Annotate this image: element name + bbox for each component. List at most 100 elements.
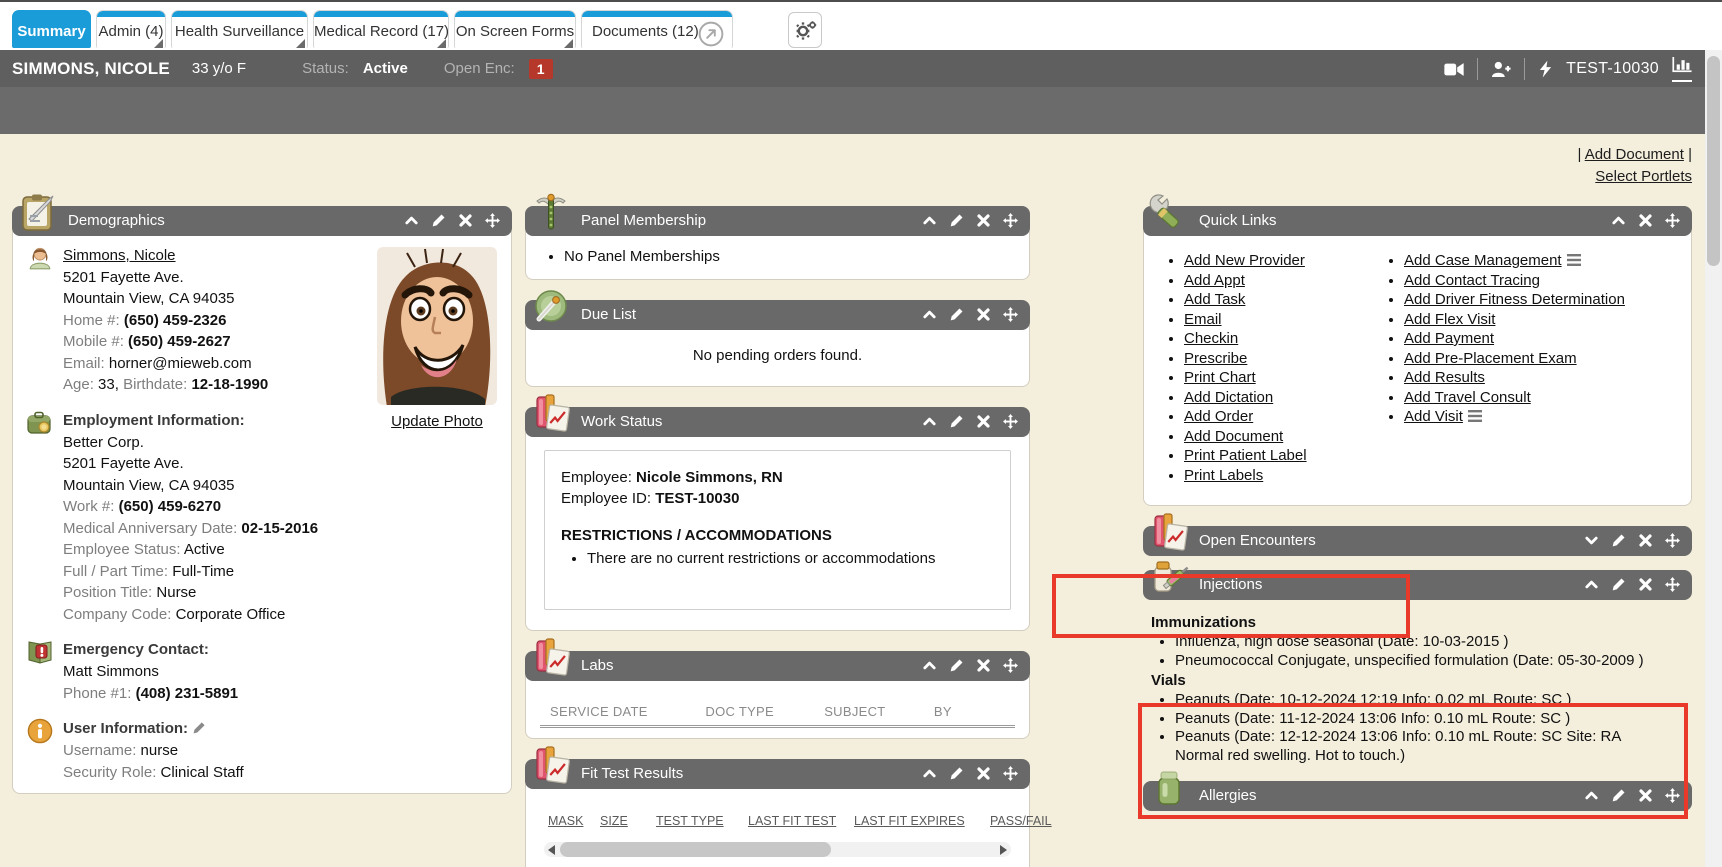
quick-link[interactable]: Print Chart — [1184, 369, 1256, 386]
quick-link[interactable]: Add Case Management — [1404, 252, 1562, 269]
quick-link[interactable]: Print Labels — [1184, 467, 1263, 484]
tab-documents[interactable]: Documents (12) — [581, 10, 733, 48]
quick-link[interactable]: Add Dictation — [1184, 389, 1273, 406]
collapse-icon[interactable] — [1611, 213, 1626, 228]
move-icon[interactable] — [1003, 658, 1018, 673]
flowsheet-link[interactable] — [1672, 57, 1692, 82]
quick-link[interactable]: Prescribe — [1184, 350, 1247, 367]
column-header-link[interactable]: LAST FIT TEST — [748, 814, 854, 828]
quick-link[interactable]: Print Patient Label — [1184, 447, 1307, 464]
portlet-demographics: Demographics — [12, 206, 512, 794]
close-icon[interactable] — [976, 414, 991, 429]
edit-icon[interactable] — [1611, 788, 1626, 803]
collapse-icon[interactable] — [922, 307, 937, 322]
edit-icon[interactable] — [431, 213, 446, 228]
quick-link[interactable]: Add Document — [1184, 428, 1283, 445]
close-icon[interactable] — [1638, 577, 1653, 592]
lightning-bolt-icon[interactable] — [1538, 60, 1553, 78]
collapse-icon[interactable] — [922, 213, 937, 228]
add-person-icon[interactable] — [1491, 61, 1511, 78]
move-icon[interactable] — [1665, 533, 1680, 548]
quick-link[interactable]: Add Appt — [1184, 272, 1245, 289]
tab-menu-fold[interactable] — [154, 39, 163, 48]
quick-link[interactable]: Add Results — [1404, 369, 1485, 386]
update-photo-link[interactable]: Update Photo — [391, 413, 483, 430]
edit-icon[interactable] — [1611, 533, 1626, 548]
select-portlets-link[interactable]: Select Portlets — [1595, 168, 1692, 185]
tab-health-surveillance[interactable]: Health Surveillance — [171, 10, 308, 48]
quick-link[interactable]: Add Driver Fitness Determination — [1404, 291, 1625, 308]
patient-name-link[interactable]: Simmons, Nicole — [63, 247, 176, 264]
close-icon[interactable] — [458, 213, 473, 228]
vertical-scrollbar[interactable] — [1705, 50, 1722, 867]
move-icon[interactable] — [485, 213, 500, 228]
tab-menu-fold[interactable] — [437, 39, 446, 48]
column-header-link[interactable]: TEST TYPE — [656, 814, 748, 828]
tab-menu-fold[interactable] — [296, 39, 305, 48]
quick-link[interactable]: Add Payment — [1404, 330, 1494, 347]
move-icon[interactable] — [1665, 213, 1680, 228]
edit-icon[interactable] — [949, 414, 964, 429]
expand-icon[interactable] — [1584, 533, 1599, 548]
tab-on-screen-forms[interactable]: On Screen Forms — [454, 10, 576, 48]
edit-icon[interactable] — [949, 658, 964, 673]
scroll-right-arrow[interactable] — [1000, 845, 1007, 855]
scroll-left-arrow[interactable] — [548, 845, 555, 855]
close-icon[interactable] — [976, 307, 991, 322]
video-camera-icon[interactable] — [1444, 62, 1464, 77]
collapse-icon[interactable] — [922, 414, 937, 429]
quick-link[interactable]: Add Flex Visit — [1404, 311, 1495, 328]
close-icon[interactable] — [976, 766, 991, 781]
move-icon[interactable] — [1665, 788, 1680, 803]
move-icon[interactable] — [1003, 766, 1018, 781]
collapse-icon[interactable] — [1584, 788, 1599, 803]
collapse-icon[interactable] — [404, 213, 419, 228]
move-icon[interactable] — [1003, 414, 1018, 429]
quick-link[interactable]: Add Order — [1184, 408, 1253, 425]
portlet-open-encounters: Open Encounters — [1143, 526, 1692, 556]
edit-icon[interactable] — [1611, 577, 1626, 592]
edit-user-icon[interactable] — [192, 721, 206, 735]
edit-icon[interactable] — [949, 213, 964, 228]
column-header-link[interactable]: MASK — [548, 814, 600, 828]
quick-link[interactable]: Add Pre-Placement Exam — [1404, 350, 1577, 367]
menu-lines-icon[interactable] — [1567, 254, 1581, 266]
collapse-icon[interactable] — [1584, 577, 1599, 592]
horizontal-scrollbar[interactable] — [544, 842, 1011, 857]
tab-summary[interactable]: Summary — [12, 10, 91, 48]
quick-link[interactable]: Checkin — [1184, 330, 1238, 347]
edit-icon[interactable] — [949, 766, 964, 781]
close-icon[interactable] — [976, 213, 991, 228]
close-icon[interactable] — [1638, 788, 1653, 803]
quick-link[interactable]: Add Task — [1184, 291, 1245, 308]
edit-icon[interactable] — [949, 307, 964, 322]
column-header-link[interactable]: LAST FIT EXPIRES — [854, 814, 990, 828]
quick-link[interactable]: Add New Provider — [1184, 252, 1305, 269]
tab-menu-fold[interactable] — [564, 39, 573, 48]
close-icon[interactable] — [1638, 213, 1653, 228]
scrollbar-thumb[interactable] — [1707, 56, 1720, 266]
tab-medical-record[interactable]: Medical Record (17) — [313, 10, 449, 48]
move-icon[interactable] — [1003, 213, 1018, 228]
quick-link[interactable]: Add Contact Tracing — [1404, 272, 1540, 289]
portlet-header-quick-links: Quick Links — [1143, 206, 1692, 236]
add-document-link[interactable]: Add Document — [1585, 146, 1684, 163]
collapse-icon[interactable] — [922, 658, 937, 673]
quick-link[interactable]: Add Visit — [1404, 408, 1463, 425]
collapse-icon[interactable] — [922, 766, 937, 781]
scrollbar-thumb[interactable] — [560, 842, 831, 857]
quick-link[interactable]: Add Travel Consult — [1404, 389, 1531, 406]
quick-link[interactable]: Email — [1184, 311, 1222, 328]
move-icon[interactable] — [1665, 577, 1680, 592]
close-icon[interactable] — [976, 658, 991, 673]
column-header-link[interactable]: SIZE — [600, 814, 656, 828]
tab-admin[interactable]: Admin (4) — [96, 10, 166, 48]
close-icon[interactable] — [1638, 533, 1653, 548]
menu-lines-icon[interactable] — [1468, 410, 1482, 422]
external-arrow-icon[interactable] — [698, 21, 724, 47]
tab-settings-button[interactable] — [788, 12, 822, 48]
briefcase-icon — [27, 410, 53, 436]
open-encounter-badge[interactable]: 1 — [529, 59, 553, 79]
column-header-link[interactable]: PASS/FAIL — [990, 814, 1052, 828]
move-icon[interactable] — [1003, 307, 1018, 322]
